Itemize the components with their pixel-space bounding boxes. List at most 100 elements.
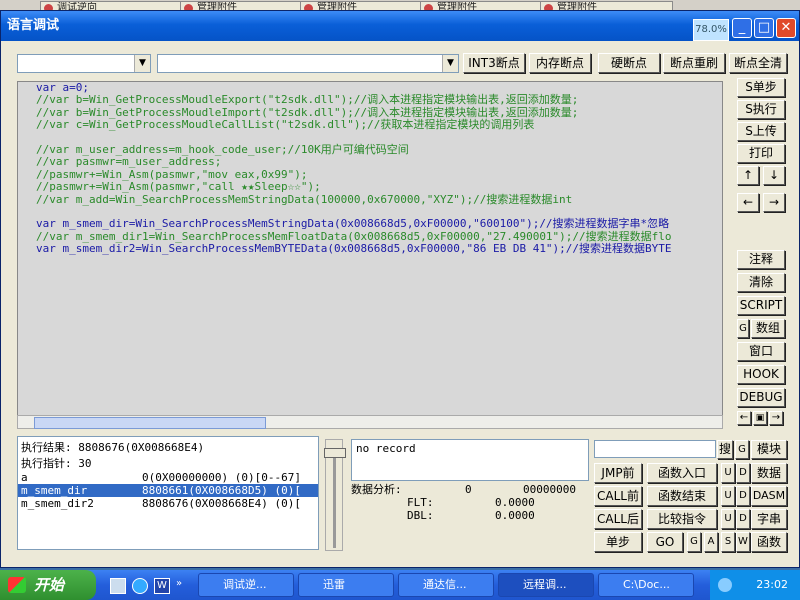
upload-button[interactable]: S上传 [737,122,785,141]
g-module-button[interactable]: G [735,440,749,459]
function-end-button[interactable]: 函数结束 [647,486,717,506]
data-analysis: 数据分析: 0 00000000 FLT: 0.0000 DBL: 0.0000 [351,483,589,551]
code-line: var m_smem_dir=Win_SearchProcessMemStrin… [36,217,670,231]
module-button[interactable]: 模块 [751,440,787,459]
int3-breakpoint-button[interactable]: INT3断点 [463,53,525,73]
d-button-3[interactable]: D [736,509,750,529]
dbl-value: 0.0000 [495,509,535,522]
a-button[interactable]: A [704,532,718,552]
flt-label: FLT: [407,496,434,509]
start-button[interactable]: 开始 [0,570,96,600]
debug-window: 语言调试 78.0% _ □ ✕ ▼ ▼ INT3断点 内存断点 硬断点 断点重… [0,10,800,568]
breakpoint-reset-button[interactable]: 断点重刷 [663,53,725,73]
variable-name: a [21,471,28,484]
quicklaunch-desktop-icon[interactable] [110,578,126,594]
exec-pointer-line: 执行指针: 30 [21,457,92,470]
execute-button[interactable]: S执行 [737,100,785,119]
d-button-2[interactable]: D [736,486,750,506]
comment-button[interactable]: 注释 [737,250,785,269]
debug-button[interactable]: DEBUG [737,388,785,407]
hardware-breakpoint-button[interactable]: 硬断点 [598,53,660,73]
task-explorer-folder[interactable]: C:\Doc... [598,573,694,597]
dbl-label: DBL: [407,509,434,522]
s-button[interactable]: S [721,532,735,552]
arrow-down-button[interactable]: ↓ [763,166,785,185]
compare-instruction-button[interactable]: 比较指令 [647,509,717,529]
variable-name: m_smem_dir [21,484,88,497]
windows-logo-icon [8,577,26,593]
variable-row[interactable]: a 0(0X00000000) (0)[0--67] [18,471,318,484]
clear-button[interactable]: 清除 [737,273,785,292]
chevron-down-icon[interactable]: ▼ [134,55,150,72]
code-line: //var m_add=Win_SearchProcessMemStringDa… [36,192,573,206]
start-label: 开始 [34,576,65,594]
u-button-3[interactable]: U [721,509,735,529]
w-button[interactable]: W [736,532,750,552]
g-button[interactable]: G [687,532,701,552]
code-text: var a=0;//var b=Win_GetProcessMoudleExpo… [36,82,672,255]
execution-results[interactable]: 执行结果: 8808676(0X008668E4) 执行指针: 30 a 0(0X… [17,436,319,550]
task-debug-reverse[interactable]: 调试逆... [198,573,294,597]
window-button[interactable]: 窗口 [737,342,785,361]
arrow-up-button[interactable]: ↑ [737,166,759,185]
string-button[interactable]: 字串 [751,509,787,529]
quicklaunch-browser-icon[interactable] [132,578,148,594]
task-remote-debug[interactable]: 远程调... [498,573,594,597]
call-after-button[interactable]: CALL后 [594,509,642,529]
minimize-button[interactable]: _ [732,18,752,38]
arrow-left-button[interactable]: ← [737,193,759,212]
arrow-right-button[interactable]: → [763,193,785,212]
chevron-down-icon[interactable]: ▼ [442,55,458,72]
window-title: 语言调试 [7,18,60,33]
memory-breakpoint-button[interactable]: 内存断点 [529,53,591,73]
editor-horizontal-scrollbar[interactable] [17,415,723,429]
g-array-button[interactable]: G [737,319,749,338]
quicklaunch-more-icon[interactable]: » [176,578,186,592]
cpu-meter: 78.0% [693,19,729,41]
title-bar[interactable]: 语言调试 [1,11,799,41]
variable-value: 8808676(0X008668E4) (0)[ [142,497,301,510]
task-tongdaxin[interactable]: 通达信... [398,573,494,597]
variable-name: m_smem_dir2 [21,497,94,510]
jmp-before-button[interactable]: JMP前 [594,463,642,483]
analysis-value: 0 [465,483,472,496]
vertical-slider[interactable] [324,439,346,551]
quicklaunch-word-icon[interactable]: W [154,578,170,594]
dasm-button[interactable]: DASM [751,486,787,506]
hook-button[interactable]: HOOK [737,365,785,384]
variable-value: 0(0X00000000) (0)[0--67] [142,471,301,484]
step-button[interactable]: S单步 [737,78,785,97]
script-button[interactable]: SCRIPT [737,296,785,315]
breakpoint-clear-all-button[interactable]: 断点全清 [729,53,787,73]
slider-knob[interactable] [324,448,346,458]
module-combo[interactable]: ▼ [17,54,151,73]
close-button[interactable]: ✕ [776,18,796,38]
d-button-1[interactable]: D [736,463,750,483]
record-box: no record [351,439,589,481]
task-xunlei[interactable]: 迅雷 [298,573,394,597]
nav-center-button[interactable]: ▣ [753,411,767,425]
search-input[interactable] [594,440,716,458]
maximize-button[interactable]: □ [754,18,774,38]
script-editor[interactable]: var a=0;//var b=Win_GetProcessMoudleExpo… [17,81,723,419]
array-button[interactable]: 数组 [751,319,785,338]
nav-right-button[interactable]: → [769,411,783,425]
function-combo[interactable]: ▼ [157,54,459,73]
print-button[interactable]: 打印 [737,144,785,163]
go-button[interactable]: GO [647,532,683,552]
u-button-2[interactable]: U [721,486,735,506]
search-button[interactable]: 搜 [717,440,733,459]
u-button-1[interactable]: U [721,463,735,483]
single-step-button[interactable]: 单步 [594,532,642,552]
scroll-thumb[interactable] [34,417,266,429]
variable-row[interactable]: m_smem_dir2 8808676(0X008668E4) (0)[ [18,497,318,510]
nav-left-button[interactable]: ← [737,411,751,425]
network-icon[interactable] [718,578,732,592]
data-button[interactable]: 数据 [751,463,787,483]
clock: 23:02 [756,578,788,591]
call-before-button[interactable]: CALL前 [594,486,642,506]
code-line: //var pasmwr=m_user_address; [36,155,222,169]
function-button[interactable]: 函数 [751,532,787,552]
variable-row[interactable]: m_smem_dir 8808661(0X008668D5) (0)[ [18,484,318,497]
function-entry-button[interactable]: 函数入口 [647,463,717,483]
